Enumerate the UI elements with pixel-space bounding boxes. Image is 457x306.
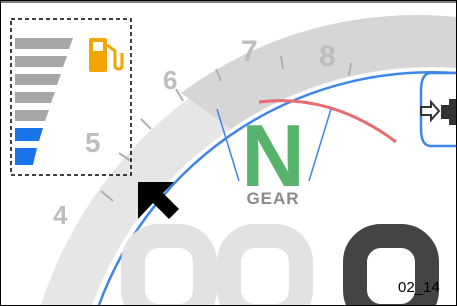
side-stand-icon	[420, 99, 456, 125]
fuel-pump-icon	[89, 38, 124, 72]
figure-id: 02_14	[398, 279, 440, 296]
fuel-segment	[15, 38, 73, 49]
tacho-number: 5	[85, 127, 101, 158]
fuel-segment	[15, 92, 55, 103]
instrument-panel: 4 5 6 7 8	[1, 1, 456, 305]
pointer-arrow-icon	[138, 182, 179, 219]
gear-caption: GEAR	[246, 189, 300, 208]
gear-indicator: N	[241, 106, 305, 205]
fuel-segment	[15, 110, 49, 121]
tacho-number: 7	[241, 35, 258, 68]
fuel-segment-lit	[15, 148, 37, 165]
fuel-segment	[15, 56, 67, 67]
speed-digit	[121, 224, 217, 305]
diagram-frame: 4 5 6 7 8 N GEAR 02_14	[0, 0, 457, 306]
fuel-segment-lit	[15, 128, 43, 141]
tacho-number: 6	[163, 65, 177, 95]
speed-digit	[217, 224, 313, 305]
speed-display	[121, 224, 439, 305]
tacho-number: 8	[319, 40, 336, 73]
fuel-gauge	[15, 38, 73, 165]
tacho-number: 4	[53, 200, 68, 230]
fuel-segment	[15, 74, 61, 85]
